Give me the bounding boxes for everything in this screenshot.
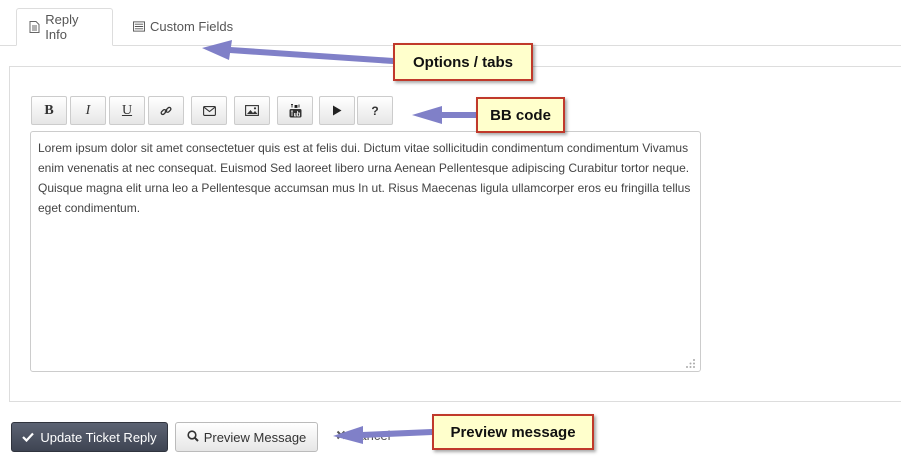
help-label: ? (371, 103, 379, 118)
youtube-button[interactable] (277, 96, 313, 125)
image-button[interactable] (234, 96, 270, 125)
tab-reply-info[interactable]: Reply Info (16, 8, 113, 46)
update-ticket-reply-label: Update Ticket Reply (40, 429, 157, 445)
tab-bar: Reply Info Custom Fields (0, 0, 901, 46)
tab-reply-info-label: Reply Info (45, 12, 79, 42)
file-icon (29, 21, 40, 33)
preview-message-label: Preview Message (203, 429, 307, 445)
search-icon (187, 429, 199, 445)
image-icon (245, 105, 259, 116)
italic-label: I (85, 102, 91, 118)
cancel-link[interactable]: Cancel (336, 428, 390, 443)
callout-bb-code: BB code (476, 97, 565, 133)
message-textarea[interactable]: Lorem ipsum dolor sit amet consectetuer … (30, 131, 701, 372)
envelope-icon (202, 105, 216, 116)
times-icon (336, 428, 346, 443)
preview-message-button[interactable]: Preview Message (175, 422, 318, 452)
tab-custom-fields-label: Custom Fields (150, 19, 234, 34)
message-text: Lorem ipsum dolor sit amet consectetuer … (38, 141, 691, 215)
link-icon (160, 105, 172, 117)
callout-preview-message: Preview message (432, 414, 594, 450)
underline-button[interactable]: U (109, 96, 145, 125)
link-button[interactable] (148, 96, 184, 125)
cancel-label: Cancel (350, 428, 391, 443)
help-button[interactable]: ? (357, 96, 393, 125)
callout-options-tabs-text: Options / tabs (412, 53, 513, 71)
list-icon (133, 20, 145, 33)
play-icon (332, 105, 342, 116)
update-ticket-reply-button[interactable]: Update Ticket Reply (11, 422, 168, 452)
youtube-icon (289, 103, 302, 118)
video-button[interactable] (319, 96, 355, 125)
resize-grip-icon[interactable] (684, 355, 696, 368)
bold-button[interactable]: B (31, 96, 67, 125)
italic-button[interactable]: I (70, 96, 106, 125)
bold-label: B (44, 102, 54, 118)
callout-options-tabs: Options / tabs (393, 43, 533, 81)
check-icon (22, 430, 35, 445)
email-button[interactable] (191, 96, 227, 125)
callout-bb-code-text: BB code (490, 106, 551, 124)
underline-label: U (121, 102, 133, 118)
callout-preview-message-text: Preview message (450, 423, 576, 441)
tab-custom-fields[interactable]: Custom Fields (121, 8, 245, 45)
